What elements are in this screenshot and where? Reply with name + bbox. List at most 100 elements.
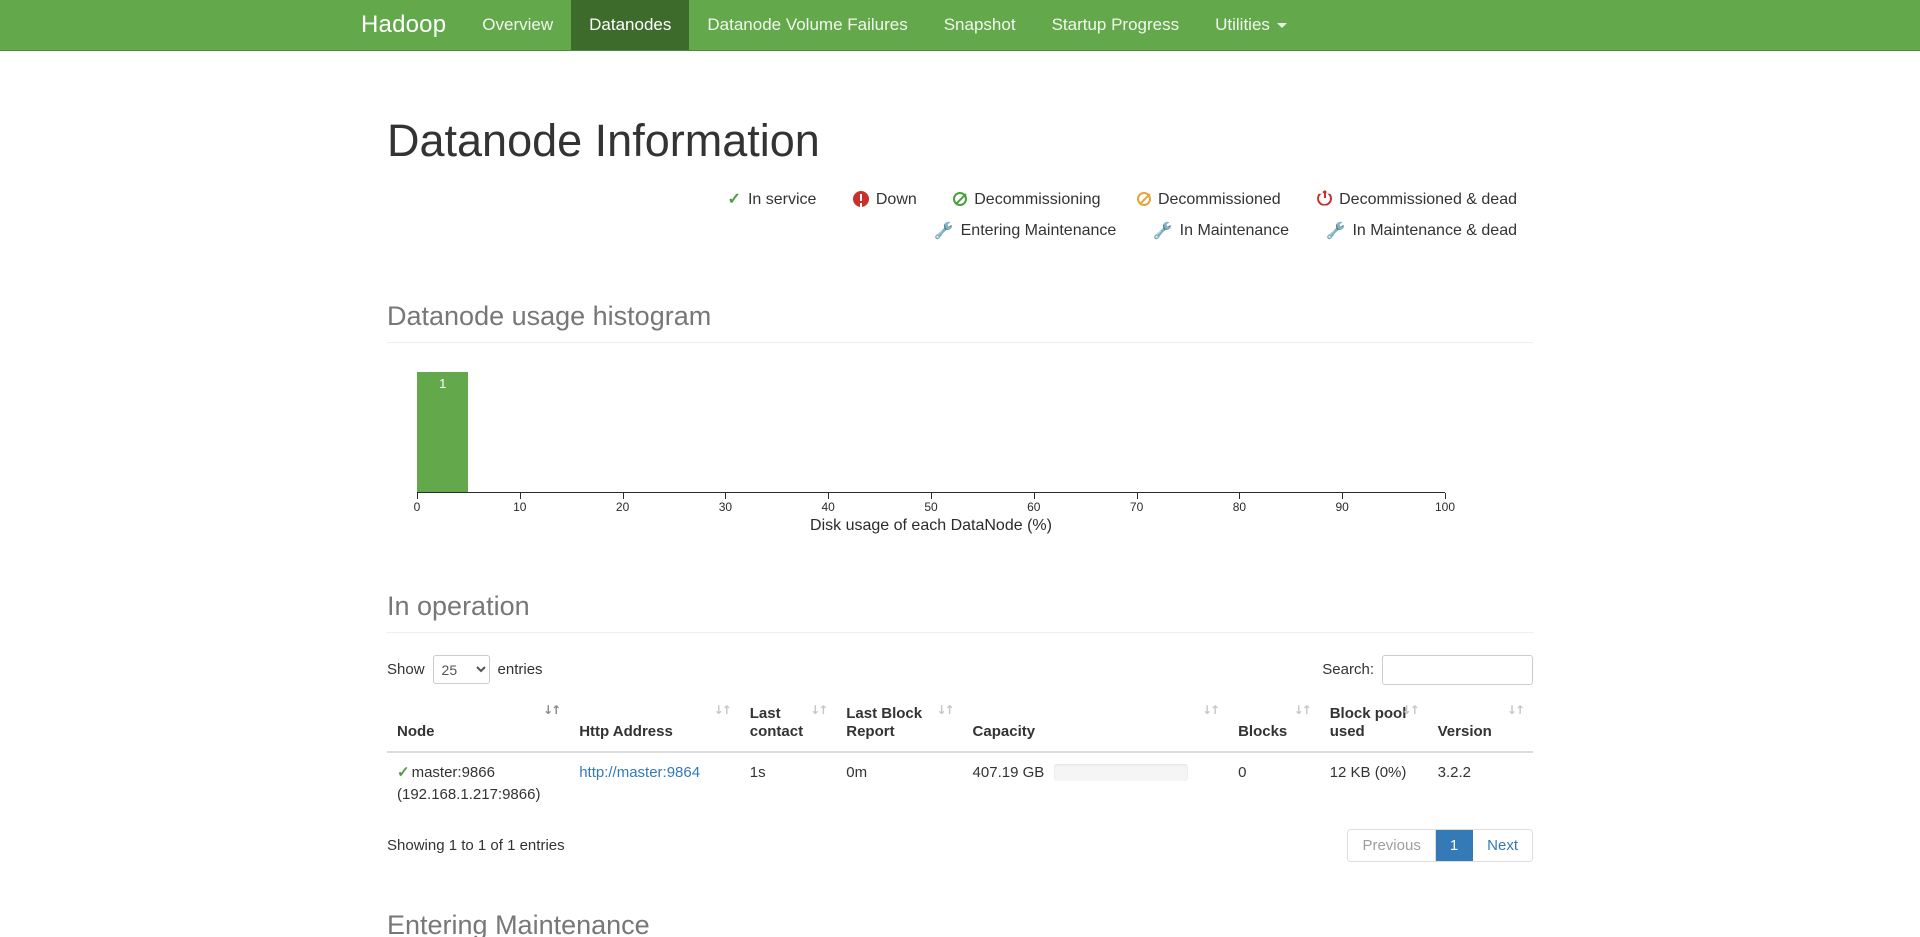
nav-item-datanode-volume-failures[interactable]: Datanode Volume Failures [689,0,925,50]
show-entries-label: Show 2550100All entries [387,655,543,684]
axis-tick [931,492,932,499]
table-row: ✓ master:9866 (192.168.1.217:9866) http:/… [387,751,1533,815]
legend-row-primary: ✓ In service Down Decommissioning Decommi… [387,184,1517,215]
axis-tick-label: 70 [1129,499,1144,514]
axis-tick [417,492,418,499]
axis-tick [725,492,727,499]
legend-row-maintenance: 🔧 Entering Maintenance 🔧 In Maintenance 🔧 I… [387,215,1517,247]
legend-item-entering-maintenance: 🔧 Entering Maintenance [934,215,1117,247]
nav-item-utilities[interactable]: Utilities [1197,0,1305,50]
legend-label-down: Down [875,190,917,208]
column-header-version[interactable]: Version ↓↑ [1427,696,1533,753]
axis-tick-label: 60 [1027,499,1041,514]
histogram-x-axis-label: Disk usage of each DataNode (%) [810,516,1052,534]
datatable-length-control: Show 2550100All entries [387,655,543,684]
page-container: Datanode Information ✓ In service Down De… [387,51,1533,937]
axis-tick-label: 80 [1232,499,1247,514]
column-header-capacity[interactable]: Capacity ↓↑ [962,696,1229,753]
column-header-blocks[interactable]: Blocks ↓↑ [1228,696,1320,753]
cell-version: 3.2.2 [1427,751,1533,815]
datatable-search-control: Search: [1322,654,1533,685]
cell-blocks: 0 [1228,751,1320,815]
column-label-block-pool-used: Block pool used [1329,704,1407,741]
datatable-footer: Showing 1 to 1 of 1 entries Previous 1 N… [387,828,1533,862]
nav-item-datanodes[interactable]: Datanodes [571,0,690,50]
pagination-previous-button[interactable]: Previous [1348,829,1436,861]
column-header-node[interactable]: Node ↓↑ [387,696,570,753]
sort-none-icon: ↓↑ [1293,702,1312,717]
sort-none-icon: ↓↑ [713,702,732,717]
nav-item-overview[interactable]: Overview [464,0,571,50]
search-input[interactable] [1382,654,1533,685]
http-address-link[interactable]: http://master:9864 [579,764,700,781]
legend-label-in-maintenance: In Maintenance [1179,221,1290,239]
sort-none-icon: ↓↑ [1401,702,1420,717]
wrench-icon: 🔧 [1152,222,1173,240]
legend-label-decommissioning: Decommissioning [974,190,1101,208]
pagination-next-button[interactable]: Next [1473,829,1532,861]
axis-tick-label: 10 [513,499,527,514]
page-title: Datanode Information [387,115,820,166]
axis-tick [622,492,624,499]
column-label-http-address: Http Address [579,723,673,741]
pagination: Previous 1 Next [1347,828,1533,862]
search-label: Search: [1322,661,1374,678]
table-header-row: Node ↓↑ Http Address ↓↑ Last contact ↓↑ … [387,696,1533,753]
sort-none-icon: ↓↑ [810,702,828,717]
column-label-blocks: Blocks [1238,723,1288,741]
capacity-value: 407.19 GB [972,764,1045,781]
column-header-last-block-report[interactable]: Last Block Report ↓↑ [836,696,963,753]
power-off-icon [1317,190,1333,208]
legend-label-decommissioned: Decommissioned [1157,190,1281,208]
cell-block-pool-used: 12 KB (0%) [1319,751,1428,815]
pagination-page-1-button[interactable]: 1 [1435,829,1474,861]
column-label-capacity: Capacity [972,723,1036,741]
cell-last-contact: 1s [739,751,837,815]
datanodes-table: Node ↓↑ Http Address ↓↑ Last contact ↓↑ … [387,696,1533,815]
axis-tick-label: 40 [821,499,835,514]
axis-tick [1239,492,1241,499]
legend-item-in-service: ✓ In service [728,184,817,215]
in-operation-heading: In operation [387,591,1533,633]
status-legend: ✓ In service Down Decommissioning Decommi… [387,184,1533,247]
legend-item-decommissioning: Decommissioning [953,184,1101,215]
entries-label: entries [497,661,543,678]
nav-item-utilities-label: Utilities [1215,15,1270,34]
column-label-node: Node [397,723,435,741]
axis-tick-label: 90 [1335,499,1349,514]
search-label-wrap: Search: [1322,654,1533,685]
axis-tick [1033,492,1035,499]
legend-item-in-maintenance: 🔧 In Maintenance [1153,215,1289,247]
legend-label-entering-maintenance: Entering Maintenance [960,221,1117,239]
top-navbar: Hadoop Overview Datanodes Datanode Volum… [0,0,1920,51]
datatable-controls: Show 2550100All entries Search: [387,654,1533,685]
cell-capacity: 407.19 GB [962,751,1229,815]
column-header-http-address[interactable]: Http Address ↓↑ [569,696,740,753]
entering-maintenance-heading: Entering Maintenance [387,910,1533,937]
show-label: Show [387,661,425,678]
axis-tick-label: 30 [718,499,733,514]
cell-last-block-report: 0m [836,751,963,815]
check-icon: ✓ [397,764,410,781]
sort-none-icon: ↓↑ [936,702,954,717]
column-header-block-pool-used[interactable]: Block pool used ↓↑ [1319,696,1428,753]
histogram-plot-area: 1 [417,371,1445,493]
capacity-cell-inner: 407.19 GB [973,762,1219,784]
datanodes-table-head: Node ↓↑ Http Address ↓↑ Last contact ↓↑ … [387,696,1533,753]
column-header-last-contact[interactable]: Last contact ↓↑ [739,696,837,753]
column-label-last-contact: Last contact [749,704,804,741]
node-name: master:9866 [411,764,495,781]
datanode-usage-histogram: 1 0 10 20 30 40 50 60 70 80 90 100 Disk usage of e… [414,371,1455,543]
axis-tick-label: 50 [924,499,938,514]
legend-item-in-maintenance-dead: 🔧 In Maintenance & dead [1326,215,1517,247]
nav-item-snapshot[interactable]: Snapshot [926,0,1034,50]
capacity-progress-bar [1054,764,1189,782]
hadoop-brand-link[interactable]: Hadoop [357,0,464,50]
nav-item-startup-progress[interactable]: Startup Progress [1034,0,1198,50]
wrench-icon: 🔧 [1325,222,1346,240]
entries-per-page-select[interactable]: 2550100All [432,655,490,684]
sort-none-icon: ↓↑ [1506,702,1525,717]
legend-label-in-service: In service [747,190,817,208]
sort-none-icon: ↓↑ [1201,702,1220,717]
datatable-info: Showing 1 to 1 of 1 entries [387,836,565,854]
